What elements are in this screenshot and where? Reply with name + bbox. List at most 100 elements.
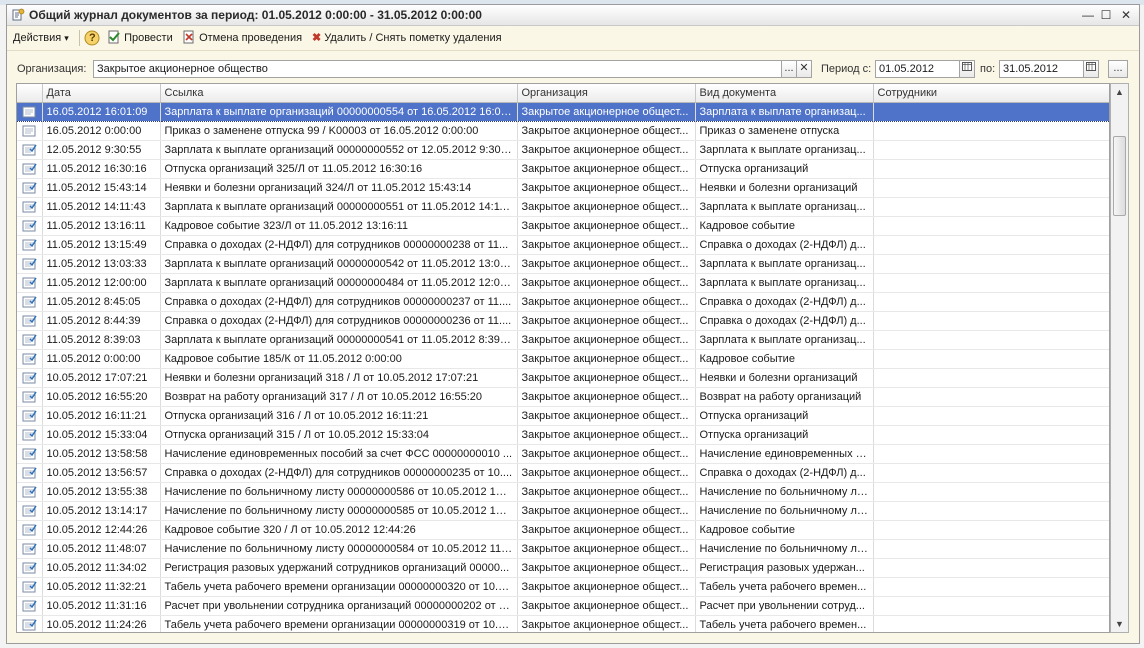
vertical-scrollbar[interactable]: ▲ ▼ [1110,83,1129,633]
cell-ref: Начисление единовременных пособий за сче… [160,444,518,464]
column-header-employees[interactable]: Сотрудники [873,84,1109,103]
table-row[interactable]: 11.05.2012 8:45:05 Справка о доходах (2-Н… [17,292,1109,312]
cell-type: Кадровое событие [695,349,874,369]
cell-org: Закрытое акционерное общест... [517,292,696,312]
table-row[interactable]: 11.05.2012 8:39:03 Зарплата к выплате орг… [17,330,1109,350]
cell-ref: Табель учета рабочего времени организаци… [160,615,518,632]
scroll-up-arrow[interactable]: ▲ [1111,84,1128,100]
cell-ref: Справка о доходах (2-НДФЛ) для сотрудник… [160,292,518,312]
cell-date: 10.05.2012 13:56:57 [42,463,161,483]
table-row[interactable]: 10.05.2012 16:55:20 Возврат на работу орг… [17,387,1109,407]
table-row[interactable]: 10.05.2012 16:11:21 Отпуска организаций 3… [17,406,1109,426]
table-row[interactable]: 16.05.2012 16:01:09 Зарплата к выплате ор… [17,102,1109,122]
cell-employees [873,292,1109,312]
table-row[interactable]: 11.05.2012 13:16:11 Кадровое событие 323/… [17,216,1109,236]
cell-org: Закрытое акционерное общест... [517,558,696,578]
delete-button[interactable]: ✖ Удалить / Снять пометку удаления [312,30,502,46]
organization-input[interactable]: Закрытое акционерное общество [93,60,783,78]
period-settings-button[interactable]: ... [1108,60,1128,78]
posted-document-icon [17,615,43,632]
table-row[interactable]: 10.05.2012 11:31:16 Расчет при увольнении… [17,596,1109,616]
organization-clear-button[interactable]: ✕ [796,60,812,78]
delete-icon: ✖ [312,32,322,44]
table-row[interactable]: 11.05.2012 8:44:39 Справка о доходах (2-Н… [17,311,1109,331]
posted-document-icon [22,258,37,270]
table-row[interactable]: 10.05.2012 12:44:26 Кадровое событие 320 … [17,520,1109,540]
table-row[interactable]: 11.05.2012 15:43:14 Неявки и болезни орга… [17,178,1109,198]
cell-type: Справка о доходах (2-НДФЛ) д... [695,292,874,312]
table-row[interactable]: 10.05.2012 15:33:04 Отпуска организаций 3… [17,425,1109,445]
posted-document-icon [22,581,37,593]
table-row[interactable]: 10.05.2012 13:55:38 Начисление по больнич… [17,482,1109,502]
actions-menu[interactable]: Действия ▾ [13,30,69,46]
table-row[interactable]: 10.05.2012 11:48:07 Начисление по больнич… [17,539,1109,559]
cell-type: Регистрация разовых удержан... [695,558,874,578]
cell-date: 10.05.2012 11:48:07 [42,539,161,559]
cell-date: 11.05.2012 8:44:39 [42,311,161,331]
table-row[interactable]: 10.05.2012 13:56:57 Справка о доходах (2-… [17,463,1109,483]
posted-document-icon [22,220,37,232]
table-row[interactable]: 10.05.2012 11:34:02 Регистрация разовых у… [17,558,1109,578]
column-header-date[interactable]: Дата [42,84,161,103]
period-to-calendar-button[interactable] [1083,60,1099,78]
posted-document-icon [22,372,37,384]
period-from-input[interactable]: 01.05.2012 [875,60,961,78]
table-row[interactable]: 12.05.2012 9:30:55 Зарплата к выплате орг… [17,140,1109,160]
organization-select-button[interactable]: ... [781,60,797,78]
posted-document-icon [22,410,37,422]
period-to-label: по: [980,63,996,75]
period-from-calendar-button[interactable] [959,60,975,78]
window-titlebar[interactable]: Общий журнал документов за период: 01.05… [7,5,1139,26]
table-row[interactable]: 11.05.2012 13:03:33 Зарплата к выплате ор… [17,254,1109,274]
table-row[interactable]: 10.05.2012 11:32:21 Табель учета рабочего… [17,577,1109,597]
table-row[interactable]: 11.05.2012 0:00:00 Кадровое событие 185/К… [17,349,1109,369]
cell-employees [873,178,1109,198]
column-header-type[interactable]: Вид документа [695,84,874,103]
window-title: Общий журнал документов за период: 01.05… [29,8,482,22]
cell-date: 11.05.2012 15:43:14 [42,178,161,198]
post-button[interactable]: Провести [107,30,173,46]
cell-type: Начисление единовременных п... [695,444,874,464]
cell-date: 10.05.2012 13:58:58 [42,444,161,464]
cell-date: 10.05.2012 13:14:17 [42,501,161,521]
column-header-org[interactable]: Организация [517,84,696,103]
cell-employees [873,596,1109,616]
cell-employees [873,159,1109,179]
cell-org: Закрытое акционерное общест... [517,178,696,198]
scrollbar-thumb[interactable] [1113,136,1126,216]
cell-date: 11.05.2012 13:03:33 [42,254,161,274]
period-to-input[interactable]: 31.05.2012 [999,60,1085,78]
cell-org: Закрытое акционерное общест... [517,330,696,350]
posted-document-icon [22,201,37,213]
table-row[interactable]: 16.05.2012 0:00:00 Приказ о заменене отпу… [17,121,1109,141]
scroll-down-arrow[interactable]: ▼ [1111,616,1128,632]
cell-employees [873,273,1109,293]
table-row[interactable]: 11.05.2012 16:30:16 Отпуска организаций 3… [17,159,1109,179]
cell-date: 10.05.2012 11:31:16 [42,596,161,616]
cell-date: 10.05.2012 15:33:04 [42,425,161,445]
table-row[interactable]: 11.05.2012 14:11:43 Зарплата к выплате ор… [17,197,1109,217]
table-row[interactable]: 11.05.2012 12:00:00 Зарплата к выплате ор… [17,273,1109,293]
table-row[interactable]: 10.05.2012 13:58:58 Начисление единовреме… [17,444,1109,464]
table-row[interactable]: 10.05.2012 11:24:26 Табель учета рабочего… [17,615,1109,632]
unpost-button[interactable]: Отмена проведения [182,30,302,46]
posted-document-icon [17,197,43,217]
cell-date: 16.05.2012 16:01:09 [42,102,161,122]
column-header-ref[interactable]: Ссылка [160,84,518,103]
close-button[interactable]: ✕ [1119,8,1133,22]
help-button[interactable]: ? [84,30,100,46]
cell-ref: Зарплата к выплате организаций 000000005… [160,197,518,217]
table-row[interactable]: 11.05.2012 13:15:49 Справка о доходах (2-… [17,235,1109,255]
cell-employees [873,539,1109,559]
table-row[interactable]: 10.05.2012 13:14:17 Начисление по больнич… [17,501,1109,521]
column-header-icon[interactable] [17,84,43,103]
maximize-button[interactable]: ☐ [1099,8,1113,22]
minimize-button[interactable]: — [1081,8,1095,22]
cell-type: Неявки и болезни организаций [695,368,874,388]
cell-ref: Справка о доходах (2-НДФЛ) для сотрудник… [160,235,518,255]
cell-date: 11.05.2012 13:16:11 [42,216,161,236]
cell-date: 16.05.2012 0:00:00 [42,121,161,141]
posted-document-icon [17,387,43,407]
table-row[interactable]: 10.05.2012 17:07:21 Неявки и болезни орга… [17,368,1109,388]
cell-org: Закрытое акционерное общест... [517,368,696,388]
